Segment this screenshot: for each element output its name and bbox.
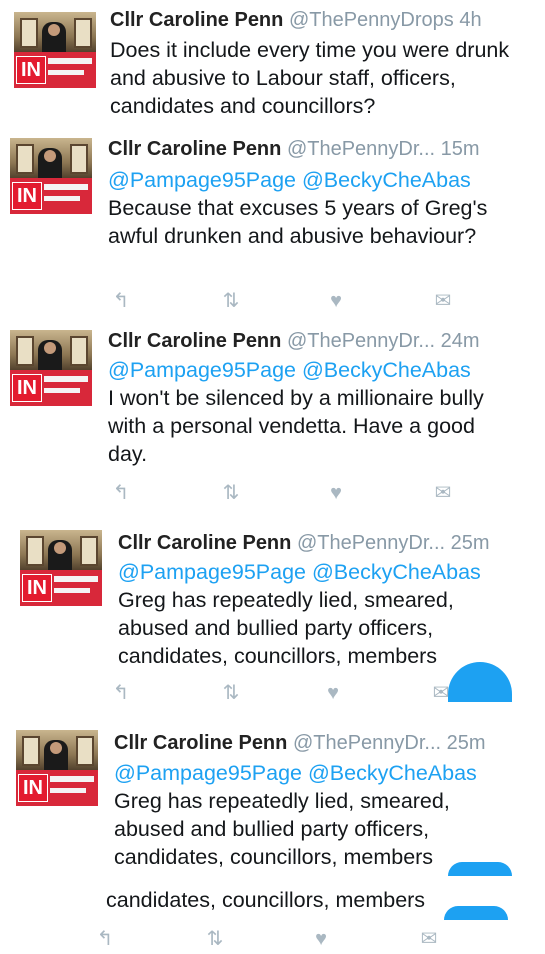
tweet-text: I won't be silenced by a millionaire bul… (108, 386, 484, 466)
tweet-text: Does it include every time you were drun… (110, 38, 510, 118)
reply-icon[interactable]: ↰ (108, 682, 134, 704)
author-name[interactable]: Cllr Caroline Penn (108, 138, 281, 160)
author-handle[interactable]: @ThePennyDr... (287, 138, 435, 160)
retweet-icon[interactable]: ⇅ (218, 290, 244, 312)
author-name[interactable]: Cllr Caroline Penn (118, 532, 291, 554)
avatar-badge: IN (22, 574, 52, 602)
tweet[interactable]: IN Cllr Caroline Penn @ThePennyDr... 25m… (0, 714, 545, 954)
avatar-badge: IN (16, 56, 46, 84)
tweet-mentions[interactable]: @Pampage95Page @BeckyCheAbas (118, 558, 538, 586)
avatar[interactable]: IN (10, 330, 92, 406)
retweet-icon[interactable]: ⇅ (202, 928, 228, 950)
tweet-text: Greg has repeatedly lied, smeared, abuse… (114, 789, 450, 869)
timestamp: 15m (440, 138, 480, 160)
tweet-header: Cllr Caroline Penn @ThePennyDr... 25m (118, 531, 490, 555)
avatar[interactable]: IN (20, 530, 102, 606)
direct-message-icon[interactable]: ✉ (430, 482, 456, 504)
tweet-text: Because that excuses 5 years of Greg's a… (108, 196, 488, 248)
direct-message-icon[interactable]: ✉ (416, 928, 442, 950)
reply-icon[interactable]: ↰ (92, 928, 118, 950)
author-handle[interactable]: @ThePennyDrops (289, 9, 454, 31)
tweet-mentions[interactable]: @Pampage95Page @BeckyCheAbas (114, 759, 534, 787)
tweet-actions: ↰ ⇅ ♥ ✉ (92, 928, 438, 952)
tweet-actions: ↰ ⇅ ♥ ✉ (108, 482, 452, 506)
retweet-icon[interactable]: ⇅ (218, 682, 244, 704)
timestamp: 25m (450, 532, 490, 554)
tweet-header: Cllr Caroline Penn @ThePennyDr... 15m (108, 137, 480, 161)
tweet[interactable]: IN Cllr Caroline Penn @ThePennyDr... 15m… (0, 124, 545, 321)
compose-fab[interactable] (448, 862, 512, 876)
avatar[interactable]: IN (16, 730, 98, 806)
tweet-header: Cllr Caroline Penn @ThePennyDrops 4h (110, 8, 482, 32)
tweet-mentions[interactable]: @Pampage95Page @BeckyCheAbas (108, 166, 538, 194)
tweet-header: Cllr Caroline Penn @ThePennyDr... 24m (108, 329, 480, 353)
tweet-header: Cllr Caroline Penn @ThePennyDr... 25m (114, 731, 486, 755)
heart-icon[interactable]: ♥ (308, 928, 334, 950)
tweet[interactable]: IN Cllr Caroline Penn @ThePennyDrops 4h … (0, 0, 545, 125)
avatar-badge: IN (18, 774, 48, 802)
author-handle[interactable]: @ThePennyDr... (287, 330, 435, 352)
heart-icon[interactable]: ♥ (323, 482, 349, 504)
compose-fab[interactable] (444, 906, 508, 920)
tweet-mentions[interactable]: @Pampage95Page @BeckyCheAbas (108, 356, 538, 384)
heart-icon[interactable]: ♥ (320, 682, 346, 704)
tweet-actions: ↰ ⇅ ♥ ✉ (108, 682, 450, 706)
timestamp: 24m (440, 330, 480, 352)
avatar[interactable]: IN (14, 12, 96, 88)
timestamp: 25m (446, 732, 486, 754)
author-handle[interactable]: @ThePennyDr... (293, 732, 441, 754)
direct-message-icon[interactable]: ✉ (430, 290, 456, 312)
author-handle[interactable]: @ThePennyDr... (297, 532, 445, 554)
tweet-actions: ↰ ⇅ ♥ ✉ (108, 290, 452, 314)
avatar[interactable]: IN (10, 138, 92, 214)
timestamp: 4h (459, 9, 482, 31)
avatar-badge: IN (12, 182, 42, 210)
reply-icon[interactable]: ↰ (108, 482, 134, 504)
direct-message-icon[interactable]: ✉ (428, 682, 454, 704)
tweet[interactable]: IN Cllr Caroline Penn @ThePennyDr... 25m… (0, 516, 545, 715)
retweet-icon[interactable]: ⇅ (218, 482, 244, 504)
avatar-badge: IN (12, 374, 42, 402)
tweet[interactable]: IN Cllr Caroline Penn @ThePennyDr... 24m… (0, 320, 545, 517)
author-name[interactable]: Cllr Caroline Penn (108, 330, 281, 352)
author-name[interactable]: Cllr Caroline Penn (110, 9, 283, 31)
heart-icon[interactable]: ♥ (323, 290, 349, 312)
reply-icon[interactable]: ↰ (108, 290, 134, 312)
author-name[interactable]: Cllr Caroline Penn (114, 732, 287, 754)
tweet-text: Greg has repeatedly lied, smeared, abuse… (118, 588, 454, 668)
